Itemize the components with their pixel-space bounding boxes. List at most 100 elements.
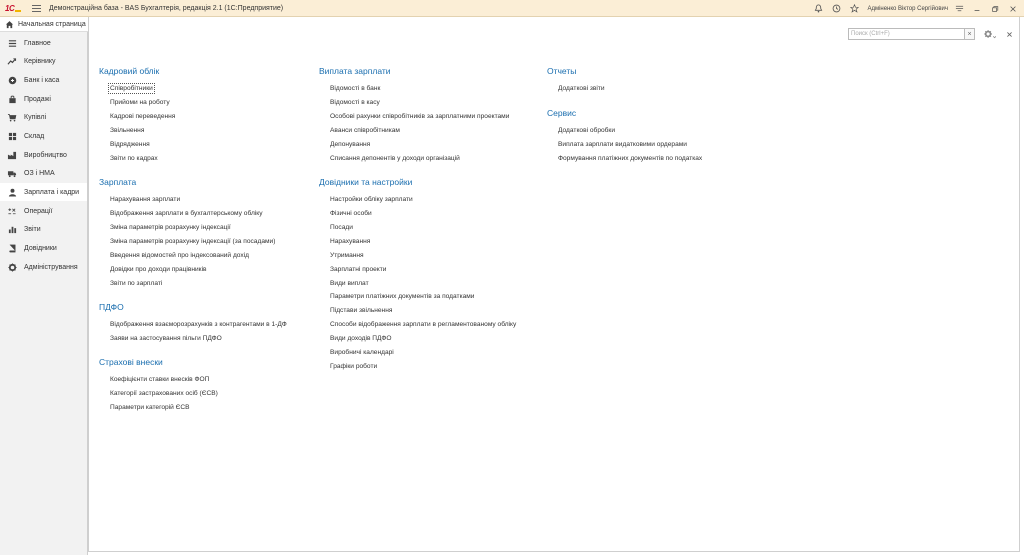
truck-icon — [7, 168, 17, 178]
sidebar-item-directories[interactable]: Довідники — [0, 239, 87, 257]
link-advances[interactable]: Аванси співробітникам — [330, 126, 400, 135]
link-transfers[interactable]: Кадрові переведення — [110, 112, 175, 121]
sidebar-item-assets[interactable]: ОЗ і НМА — [0, 164, 87, 182]
section-title-servis: Сервис — [547, 108, 577, 118]
ops-icon — [7, 206, 17, 216]
app-logo[interactable]: 1С — [5, 3, 23, 13]
link-cash-statements[interactable]: Відомості в касу — [330, 98, 380, 107]
search-clear-button[interactable]: × — [964, 28, 975, 40]
sidebar-item-label: Банк і каса — [24, 76, 60, 84]
link-personal-accounts[interactable]: Особові рахунки співробітників за зарпла… — [330, 112, 509, 121]
user-name[interactable]: Адміненко Віктор Сергійович — [867, 6, 948, 12]
trend-icon — [7, 56, 17, 66]
sidebar-item-label: Звіти — [24, 225, 41, 233]
link-dismissals[interactable]: Звільнення — [110, 126, 144, 135]
link-individuals[interactable]: Фізичні особи — [330, 209, 372, 218]
close-icon[interactable] — [1004, 28, 1014, 40]
sidebar-item-label: Операції — [24, 207, 53, 215]
settings-gear-icon[interactable] — [982, 27, 996, 41]
search-input[interactable]: Поиск (Ctrl+F) — [848, 28, 965, 40]
link-bank-statements[interactable]: Відомості в банк — [330, 84, 380, 93]
section-title-kadrovy: Кадровий облік — [99, 66, 160, 76]
link-salary-reports[interactable]: Звіти по зарплаті — [110, 279, 162, 288]
link-business-trips[interactable]: Відрядження — [110, 140, 150, 149]
link-insured-categories[interactable]: Категорії застрахованих осіб (ЄСВ) — [110, 389, 218, 398]
sidebar-item-label: Зарплата і кадри — [24, 188, 80, 196]
link-indexation-params-positions[interactable]: Зміна параметрів розрахунку індексації (… — [110, 237, 275, 246]
link-production-calendars[interactable]: Виробничі календарі — [330, 348, 394, 357]
link-deposit[interactable]: Депонування — [330, 140, 370, 149]
section-title-strakhovi: Страхові внески — [99, 357, 163, 367]
sidebar-item-manager[interactable]: Керівнику — [0, 52, 87, 70]
star-icon[interactable] — [848, 3, 860, 15]
gear-icon — [7, 262, 17, 272]
restore-icon[interactable] — [988, 2, 1002, 16]
link-1df-settlements[interactable]: Відображення взаєморозрахунків з контраг… — [110, 320, 287, 329]
bar-chart-icon — [7, 224, 17, 234]
link-positions[interactable]: Посади — [330, 223, 353, 232]
sidebar-item-main[interactable]: Главное — [0, 34, 87, 52]
close-window-icon[interactable] — [1006, 2, 1020, 16]
sidebar-item-label: ОЗ і НМА — [24, 169, 55, 177]
bag-icon — [7, 94, 17, 104]
link-payment-types[interactable]: Види виплат — [330, 279, 369, 288]
link-accruals[interactable]: Нарахування — [330, 237, 370, 246]
link-deductions[interactable]: Утримання — [330, 251, 364, 260]
link-cash-order-payout[interactable]: Виплата зарплати видатковими ордерами — [558, 140, 687, 149]
sidebar-item-label: Склад — [24, 132, 45, 140]
book-icon — [7, 243, 17, 253]
link-salary-reflection[interactable]: Способи відображення зарплати в регламен… — [330, 320, 516, 329]
link-employees[interactable]: Співробітники — [108, 83, 155, 94]
settings-menu-icon[interactable] — [952, 2, 966, 16]
sidebar-item-purchases[interactable]: Купівлі — [0, 108, 87, 126]
link-indexation-params[interactable]: Зміна параметрів розрахунку індексації — [110, 223, 231, 232]
person-icon — [7, 187, 17, 197]
sidebar-item-warehouse[interactable]: Склад — [0, 127, 87, 145]
coin-icon — [7, 75, 17, 85]
link-income-certificates[interactable]: Довідки про доходи працівників — [110, 265, 207, 274]
home-icon — [5, 20, 14, 28]
link-additional-processing[interactable]: Додаткові обробки — [558, 126, 615, 135]
link-tax-payment-docs[interactable]: Формування платіжних документів по подат… — [558, 154, 702, 163]
link-payroll-accounting[interactable]: Відображення зарплати в бухгалтерському … — [110, 209, 263, 218]
cart-icon — [7, 112, 17, 122]
main-panel — [88, 17, 1020, 552]
section-title-pdfo: ПДФО — [99, 302, 124, 312]
sidebar-item-sales[interactable]: Продажі — [0, 90, 87, 108]
sidebar-item-label: Продажі — [24, 95, 51, 103]
sidebar-item-operations[interactable]: Операції — [0, 202, 87, 220]
link-tax-payment-params[interactable]: Параметри платіжних документів за податк… — [330, 292, 475, 301]
history-icon[interactable] — [830, 3, 842, 15]
link-additional-reports[interactable]: Додаткові звіти — [558, 84, 605, 93]
bell-icon[interactable] — [812, 3, 824, 15]
link-deposit-writeoff[interactable]: Списання депонентів у доходи організацій — [330, 154, 460, 163]
list-icon — [7, 38, 17, 48]
sidebar-item-reports[interactable]: Звіти — [0, 220, 87, 238]
link-fop-rates[interactable]: Коефіцієнти ставки внесків ФОП — [110, 375, 209, 384]
link-salary-projects[interactable]: Зарплатні проекти — [330, 265, 386, 274]
minimize-icon[interactable] — [970, 2, 984, 16]
link-hirings[interactable]: Прийоми на роботу — [110, 98, 170, 107]
link-payroll-settings[interactable]: Настройки обліку зарплати — [330, 195, 413, 204]
sidebar-item-salary[interactable]: Зарплата і кадри — [0, 183, 87, 201]
link-pdfo-income-types[interactable]: Види доходів ПДФО — [330, 334, 391, 343]
link-indexed-income[interactable]: Введення відомостей про індексований дох… — [110, 251, 249, 260]
main-menu-icon[interactable] — [32, 4, 41, 12]
link-work-schedules[interactable]: Графіки роботи — [330, 362, 377, 371]
sidebar-item-label: Главное — [24, 39, 51, 47]
sidebar: Главное Керівнику Банк і каса Продажі Ку… — [0, 32, 88, 555]
link-dismissal-grounds[interactable]: Підстави звільнення — [330, 306, 392, 315]
section-title-dovidnyky: Довідники та настройки — [319, 177, 413, 187]
sidebar-item-bank[interactable]: Банк і каса — [0, 71, 87, 89]
sidebar-item-admin[interactable]: Адміністрування — [0, 258, 87, 276]
link-pdfo-benefit[interactable]: Заяви на застосування пільги ПДФО — [110, 334, 222, 343]
link-payroll[interactable]: Нарахування зарплати — [110, 195, 180, 204]
link-hr-reports[interactable]: Звіти по кадрах — [110, 154, 158, 163]
sidebar-item-label: Довідники — [24, 244, 57, 252]
home-tab[interactable]: Начальная страница — [0, 17, 88, 32]
section-title-otchety: Отчеты — [547, 66, 577, 76]
window-title: Демонстраційна база - BAS Бухгалтерія, р… — [49, 4, 284, 12]
link-esv-params[interactable]: Параметри категорій ЄСВ — [110, 403, 190, 412]
sidebar-item-production[interactable]: Виробництво — [0, 146, 87, 164]
title-bar: 1С Демонстраційна база - BAS Бухгалтерія… — [0, 0, 1024, 17]
